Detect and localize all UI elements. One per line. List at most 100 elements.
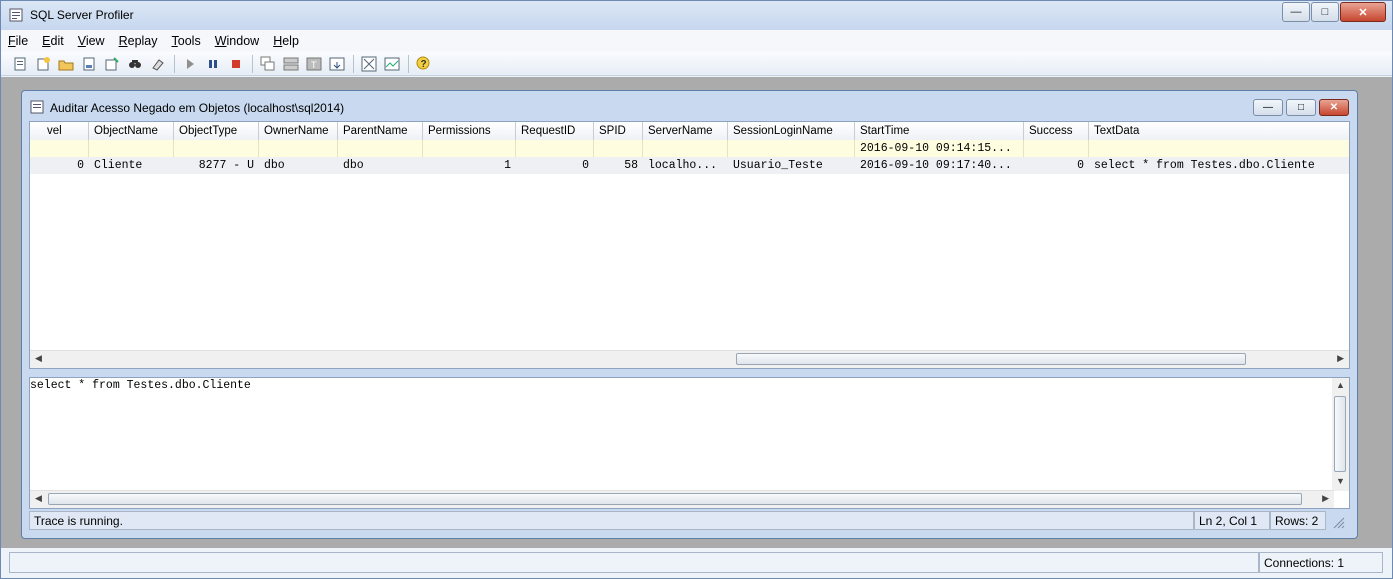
text-horizontal-scrollbar[interactable]: ◀ ▶ (30, 490, 1334, 508)
resize-grip-icon[interactable] (1328, 513, 1346, 529)
run-icon[interactable] (179, 54, 200, 74)
cell-sessionloginname: Usuario_Teste (733, 159, 823, 172)
column-header-spid[interactable]: SPID (594, 122, 643, 140)
app-minimize-button[interactable]: — (1282, 2, 1310, 22)
cell-servername: localho... (648, 159, 718, 172)
sql-text: select * from Testes.dbo.Cliente (30, 379, 251, 392)
menubar: File Edit View Replay Tools Window Help (1, 30, 1392, 52)
cell-requestid: 0 (582, 159, 589, 172)
cell-success: 0 (1077, 159, 1084, 172)
stop-icon[interactable] (225, 54, 246, 74)
menu-window[interactable]: Window (208, 34, 266, 48)
trace-minimize-button[interactable]: — (1253, 99, 1283, 116)
grid-horizontal-scrollbar[interactable]: ◀ ▶ (30, 350, 1349, 368)
app-title: SQL Server Profiler (30, 8, 134, 22)
clear-icon[interactable] (147, 54, 168, 74)
cell-spid (594, 140, 643, 157)
menu-edit[interactable]: Edit (35, 34, 71, 48)
trace-window: Auditar Acesso Negado em Objetos (localh… (21, 90, 1358, 539)
row-count: Rows: 2 (1270, 511, 1326, 530)
trace-close-button[interactable]: ✕ (1319, 99, 1349, 116)
open-icon[interactable] (55, 54, 76, 74)
table-row[interactable]: 2016-09-10 09:14:15... (30, 140, 1349, 157)
column-header-sessionloginname[interactable]: SessionLoginName (728, 122, 855, 140)
find-icon[interactable] (124, 54, 145, 74)
trace-events-grid[interactable]: vel ObjectName ObjectType OwnerName ParentNa… (29, 121, 1350, 369)
column-header-vel[interactable]: vel (42, 122, 89, 140)
app-status-message (9, 552, 1259, 573)
tile-icon[interactable] (280, 54, 301, 74)
cell-permissions (423, 140, 516, 157)
column-header-success[interactable]: Success (1024, 122, 1089, 140)
cascade-icon[interactable] (257, 54, 278, 74)
scroll-right-icon[interactable]: ▶ (1337, 353, 1344, 364)
profiler-app-icon (9, 8, 23, 22)
cell-ownername (259, 140, 338, 157)
column-header-servername[interactable]: ServerName (643, 122, 728, 140)
new-trace-icon[interactable] (9, 54, 30, 74)
menu-help[interactable]: Help (266, 34, 306, 48)
cell-starttime: 2016-09-10 09:14:15... (855, 140, 1024, 157)
new-template-icon[interactable] (32, 54, 53, 74)
text-vertical-scrollbar[interactable]: ▲ ▼ (1332, 378, 1349, 491)
toolbar-separator (174, 54, 175, 73)
cell-objectname: Cliente (94, 159, 143, 172)
column-header-requestid[interactable]: RequestID (516, 122, 594, 140)
toolbar-separator (252, 54, 253, 73)
help-icon[interactable]: ? (413, 54, 434, 74)
svg-text:?: ? (420, 59, 426, 70)
text-data-panel[interactable]: select * from Testes.dbo.Cliente ▲ ▼ ◀ ▶ (29, 377, 1350, 509)
trace-status-message: Trace is running. (29, 511, 1194, 530)
cell-success (1024, 140, 1089, 157)
cell-spid: 58 (624, 159, 638, 172)
activity-monitor-icon[interactable] (358, 54, 379, 74)
column-header-objecttype[interactable]: ObjectType (174, 122, 259, 140)
cell-permissions: 1 (504, 159, 511, 172)
column-header-ownername[interactable]: OwnerName (259, 122, 338, 140)
column-header-parentname[interactable]: ParentName (338, 122, 423, 140)
trace-maximize-button[interactable]: □ (1286, 99, 1316, 116)
app-close-button[interactable]: ✕ (1340, 2, 1386, 22)
scroll-icon[interactable] (326, 54, 347, 74)
text-hscroll-thumb[interactable] (48, 493, 1302, 505)
scroll-down-icon[interactable]: ▼ (1336, 476, 1345, 486)
cell-starttime: 2016-09-10 09:17:40... (860, 159, 1012, 172)
column-header-permissions[interactable]: Permissions (423, 122, 516, 140)
auto-scroll-icon[interactable]: T (303, 54, 324, 74)
perfmon-icon[interactable] (381, 54, 402, 74)
menu-replay[interactable]: Replay (112, 34, 165, 48)
cell-parentname: dbo (343, 159, 364, 172)
scroll-left-icon[interactable]: ◀ (35, 493, 42, 504)
pause-icon[interactable] (202, 54, 223, 74)
cell-servername (643, 140, 728, 157)
menu-file[interactable]: File (1, 34, 35, 48)
trace-window-title: Auditar Acesso Negado em Objetos (localh… (50, 101, 345, 115)
menu-view[interactable]: View (71, 34, 112, 48)
trace-statusbar: Trace is running. Ln 2, Col 1 Rows: 2 (29, 511, 1350, 531)
scroll-right-icon[interactable]: ▶ (1322, 493, 1329, 504)
scroll-left-icon[interactable]: ◀ (35, 353, 42, 364)
svg-text:T: T (311, 60, 317, 70)
save-icon[interactable] (78, 54, 99, 74)
menu-tools[interactable]: Tools (165, 34, 208, 48)
connections-count: Connections: 1 (1259, 552, 1383, 573)
scroll-up-icon[interactable]: ▲ (1336, 380, 1345, 390)
table-row[interactable]: 0 Cliente 8277 - U dbo dbo 1 0 58 localho... Usua… (30, 157, 1349, 174)
cell-textdata (1089, 140, 1349, 157)
app-statusbar: Connections: 1 (1, 550, 1392, 578)
text-vscroll-thumb[interactable] (1334, 396, 1346, 472)
column-header-objectname[interactable]: ObjectName (89, 122, 174, 140)
trace-window-titlebar[interactable]: Auditar Acesso Negado em Objetos (localh… (22, 91, 1357, 117)
toolbar: T ? (1, 52, 1392, 76)
column-header-textdata[interactable]: TextData (1089, 122, 1349, 140)
toolbar-separator (353, 54, 354, 73)
cell-ownername: dbo (264, 159, 285, 172)
cell-sessionloginname (728, 140, 855, 157)
cell-vel: 0 (77, 159, 84, 172)
app-titlebar[interactable]: SQL Server Profiler — □ ✕ (1, 1, 1392, 30)
grid-scroll-thumb[interactable] (736, 353, 1246, 365)
column-header-starttime[interactable]: StartTime (855, 122, 1024, 140)
app-maximize-button[interactable]: □ (1311, 2, 1339, 22)
properties-icon[interactable] (101, 54, 122, 74)
cell-objecttype (174, 140, 259, 157)
